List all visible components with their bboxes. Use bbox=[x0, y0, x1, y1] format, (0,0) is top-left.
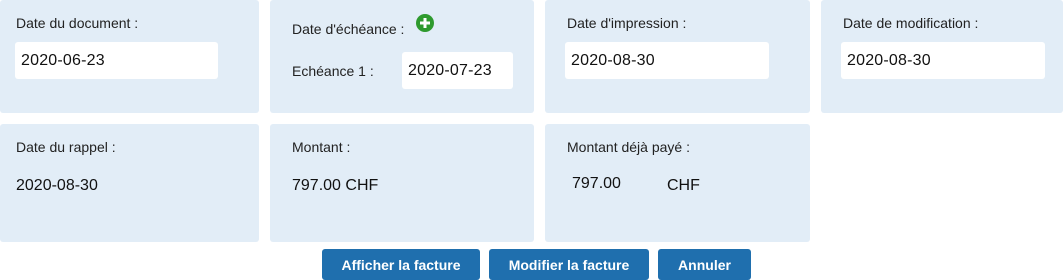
print-date-field[interactable]: 2020-08-30 bbox=[565, 42, 769, 79]
cancel-button[interactable]: Annuler bbox=[658, 249, 751, 280]
print-date-card: Date d'impression : 2020-08-30 bbox=[545, 0, 810, 113]
amount-paid-card: Montant déjà payé : 797.00 CHF bbox=[545, 124, 810, 242]
due-date-label: Date d'échéance : bbox=[292, 21, 405, 37]
amount-value: 797.00 CHF bbox=[292, 177, 379, 194]
document-date-field[interactable]: 2020-06-23 bbox=[15, 42, 218, 79]
reminder-date-value: 2020-08-30 bbox=[16, 177, 98, 194]
amount-card: Montant : 797.00 CHF bbox=[270, 124, 534, 242]
document-date-label: Date du document : bbox=[16, 15, 139, 31]
document-date-card: Date du document : 2020-06-23 bbox=[0, 0, 259, 113]
amount-paid-value: 797.00 bbox=[572, 175, 621, 192]
show-invoice-button[interactable]: Afficher la facture bbox=[322, 249, 480, 280]
due-date-card: Date d'échéance : Echéance 1 : 2020-07-2… bbox=[270, 0, 534, 113]
installment-1-field[interactable]: 2020-07-23 bbox=[402, 52, 513, 89]
amount-label: Montant : bbox=[292, 139, 351, 155]
edit-invoice-button[interactable]: Modifier la facture bbox=[489, 249, 649, 280]
modification-date-field[interactable]: 2020-08-30 bbox=[841, 42, 1045, 79]
print-date-label: Date d'impression : bbox=[567, 15, 687, 31]
reminder-date-card: Date du rappel : 2020-08-30 bbox=[0, 124, 259, 242]
modification-date-card: Date de modification : 2020-08-30 bbox=[821, 0, 1063, 113]
plus-circle-icon[interactable] bbox=[416, 14, 434, 32]
reminder-date-label: Date du rappel : bbox=[16, 139, 116, 155]
modification-date-label: Date de modification : bbox=[843, 15, 979, 31]
amount-paid-currency: CHF bbox=[667, 177, 700, 194]
installment-1-label: Echéance 1 : bbox=[292, 63, 374, 79]
amount-paid-label: Montant déjà payé : bbox=[567, 139, 690, 155]
